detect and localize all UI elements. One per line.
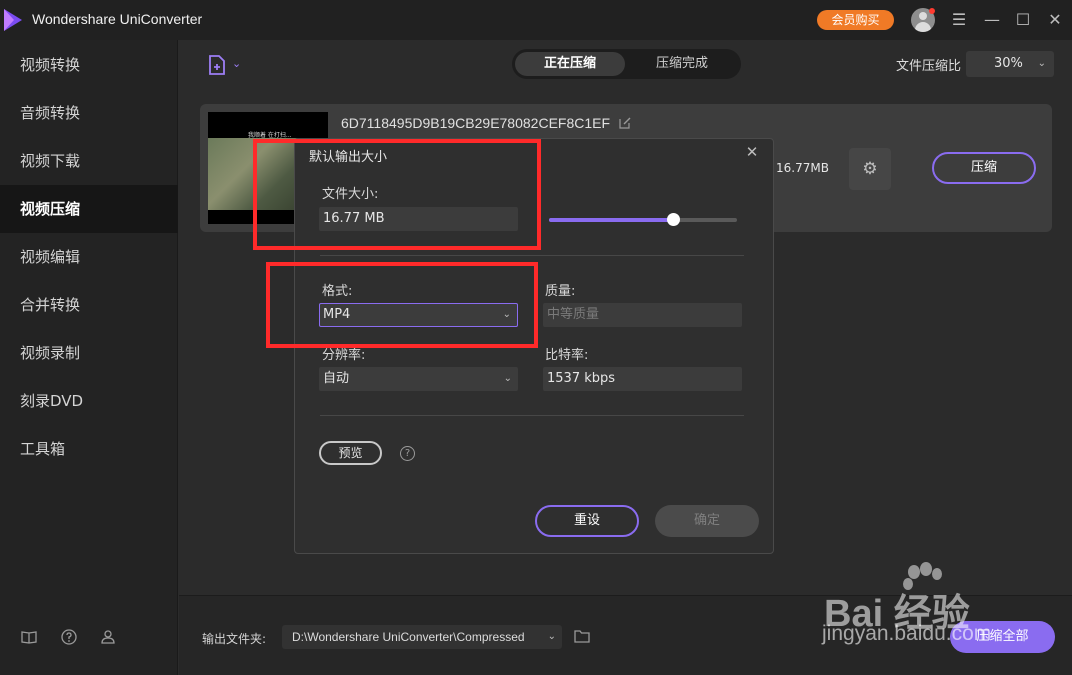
menu-icon[interactable]: ☰	[947, 8, 971, 32]
chevron-down-icon: ⌄	[503, 373, 512, 384]
sidebar: 视频转换 音频转换 视频下载 视频压缩 视频编辑 合并转换 视频录制 刻录DVD…	[0, 40, 178, 675]
sidebar-item-burn-dvd[interactable]: 刻录DVD	[0, 377, 178, 425]
sidebar-item-video-download[interactable]: 视频下载	[0, 137, 178, 185]
compress-ratio-select[interactable]: 30% ⌄	[966, 51, 1054, 77]
gear-icon: ⚙	[862, 159, 878, 179]
tab-compressing[interactable]: 正在压缩	[515, 52, 625, 76]
annotation-box-file-size	[253, 139, 541, 250]
output-folder-select[interactable]: D:\Wondershare UniConverter\Compressed ⌄	[282, 625, 562, 649]
chevron-down-icon: ⌄	[547, 631, 556, 642]
question-icon[interactable]: ?	[400, 446, 415, 461]
book-icon[interactable]	[20, 628, 38, 646]
quality-label: 质量:	[545, 284, 576, 299]
bitrate-label: 比特率:	[545, 348, 589, 363]
help-icon[interactable]	[60, 628, 78, 646]
sidebar-item-video-convert[interactable]: 视频转换	[0, 41, 178, 89]
vip-purchase-button[interactable]: 会员购买	[817, 10, 894, 30]
file-name: 6D7118495D9B19CB29E78082CEF8C1EF	[341, 115, 611, 131]
quality-field: 中等质量	[543, 303, 742, 327]
output-folder-path: D:\Wondershare UniConverter\Compressed	[292, 630, 525, 644]
bitrate-field[interactable]: 1537 kbps	[543, 367, 742, 391]
annotation-box-format	[266, 262, 538, 348]
app-title: Wondershare UniConverter	[32, 11, 203, 27]
app-window: Wondershare UniConverter 会员购买 ☰ — ☐ ✕ 视频…	[0, 0, 1072, 675]
size-slider-handle[interactable]	[667, 213, 680, 226]
tab-compressed[interactable]: 压缩完成	[627, 52, 737, 76]
watermark-line2: jingyan.baidu.com	[822, 622, 992, 645]
chevron-down-icon: ⌄	[1037, 58, 1046, 69]
confirm-button: 确定	[655, 505, 759, 537]
sidebar-item-video-compress[interactable]: 视频压缩	[0, 185, 178, 233]
close-icon[interactable]: ✕	[1043, 8, 1067, 32]
people-icon[interactable]	[100, 628, 118, 646]
sidebar-item-record[interactable]: 视频录制	[0, 329, 178, 377]
compress-button[interactable]: 压缩	[932, 152, 1036, 184]
sidebar-item-toolbox[interactable]: 工具箱	[0, 425, 178, 473]
dialog-close-icon[interactable]: ✕	[744, 144, 760, 160]
preview-button[interactable]: 预览	[319, 441, 382, 465]
minimize-icon[interactable]: —	[980, 8, 1004, 32]
dialog-divider	[320, 255, 744, 256]
resolution-select[interactable]: 自动 ⌄	[319, 367, 518, 391]
reset-button[interactable]: 重设	[535, 505, 639, 537]
sidebar-item-audio-convert[interactable]: 音频转换	[0, 89, 178, 137]
compress-ratio-label: 文件压缩比	[896, 59, 962, 74]
output-folder-label: 输出文件夹:	[202, 632, 267, 646]
edit-icon[interactable]	[618, 116, 632, 130]
compress-status-tabs: 正在压缩 压缩完成	[512, 49, 741, 79]
notification-dot	[929, 8, 935, 14]
size-slider-fill	[549, 218, 673, 222]
title-bar: Wondershare UniConverter 会员购买 ☰ — ☐ ✕	[0, 0, 1072, 40]
compress-ratio-value: 30%	[994, 56, 1023, 71]
sidebar-item-merge[interactable]: 合并转换	[0, 281, 178, 329]
resolution-value: 自动	[323, 371, 350, 386]
app-logo-icon	[4, 9, 22, 31]
dialog-divider	[320, 415, 744, 416]
folder-icon[interactable]	[574, 629, 590, 643]
sidebar-item-video-edit[interactable]: 视频编辑	[0, 233, 178, 281]
target-size: 16.77MB	[776, 161, 829, 175]
add-dropdown-icon[interactable]: ⌄	[232, 57, 241, 70]
settings-button[interactable]: ⚙	[849, 148, 891, 190]
maximize-icon[interactable]: ☐	[1011, 8, 1035, 32]
add-file-icon[interactable]	[206, 54, 228, 76]
